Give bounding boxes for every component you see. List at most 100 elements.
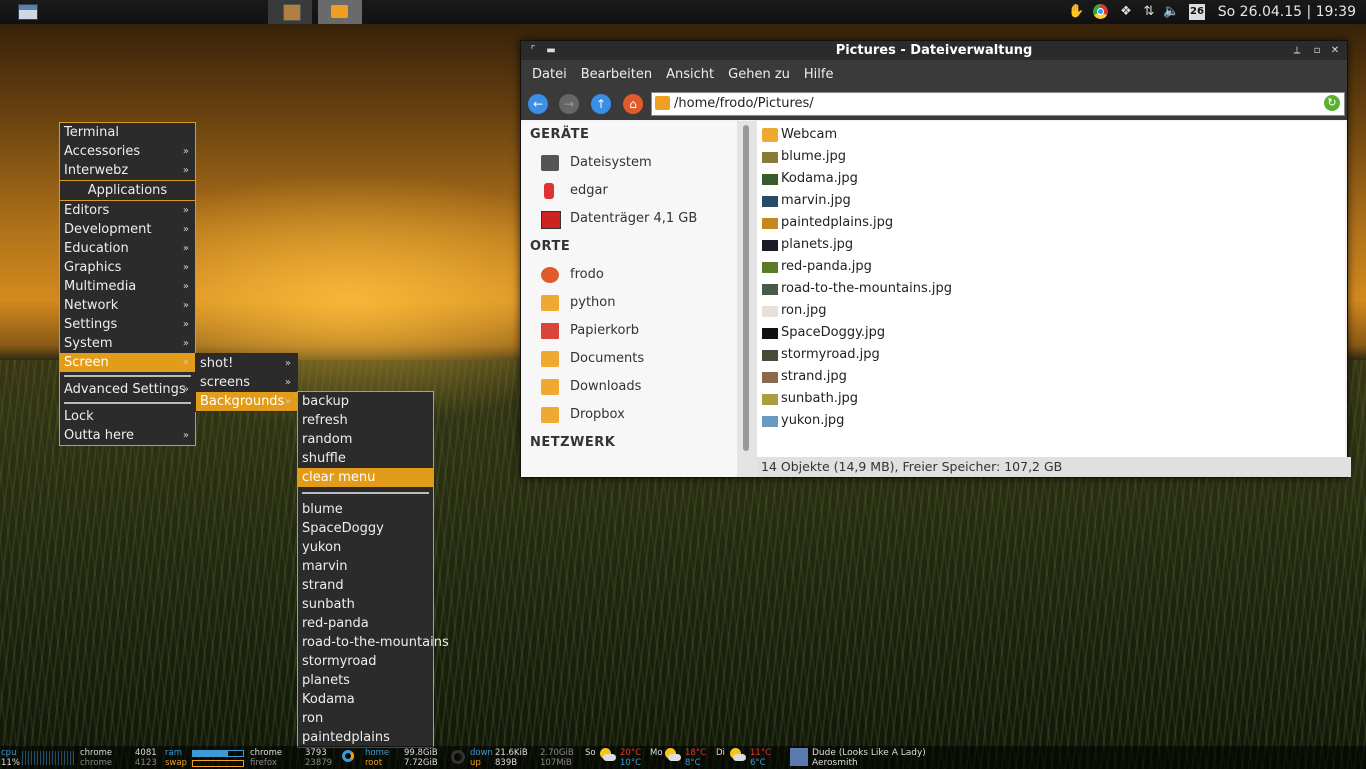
menu-item-outta-here[interactable]: Outta here» [60,426,195,445]
menu-item-screen[interactable]: Screen » [60,353,195,372]
shade-icon[interactable]: ▬ [543,41,559,60]
dropbox-icon[interactable]: ❖ [1118,4,1134,20]
menu-item-screens[interactable]: screens » [196,373,297,392]
file-item[interactable]: paintedplains.jpg [760,212,893,234]
sidebar-scrollbar[interactable] [737,121,757,477]
file-item[interactable]: ron.jpg [760,300,827,322]
file-item[interactable]: marvin.jpg [760,190,851,212]
chevron-right-icon: » [182,357,189,368]
back-icon[interactable]: ← [528,94,548,114]
folder-item[interactable]: Webcam [760,124,837,146]
menu-item-paintedplains[interactable]: paintedplains [298,728,433,747]
menu-item-network[interactable]: Network » [60,296,195,315]
menu-item-marvin[interactable]: marvin [298,557,433,576]
menu-gehen-zu[interactable]: Gehen zu [728,67,790,82]
network-icon[interactable]: ⇅ [1141,4,1157,20]
menu-hilfe[interactable]: Hilfe [804,67,834,82]
file-item[interactable]: red-panda.jpg [760,256,872,278]
clock[interactable]: So 26.04.15 | 19:39 [1218,4,1356,20]
menu-item-terminal[interactable]: Terminal [60,123,195,142]
menu-item-system[interactable]: System » [60,334,195,353]
location-bar[interactable]: /home/frodo/Pictures/ ↻ [651,92,1345,116]
menu-item-red-panda[interactable]: red-panda [298,614,433,633]
sidebar-item-downloads[interactable]: Downloads [521,373,737,401]
menu-item-development[interactable]: Development » [60,220,195,239]
menu-item-backup[interactable]: backup [298,392,433,411]
file-item[interactable]: SpaceDoggy.jpg [760,322,885,344]
menu-item-ron[interactable]: ron [298,709,433,728]
menu-item-label: Editors [64,203,110,218]
chevron-right-icon: » [182,338,189,349]
image-thumbnail-icon [762,196,778,207]
menu-item-multimedia[interactable]: Multimedia » [60,277,195,296]
sidebar-item-papierkorb[interactable]: Papierkorb [521,317,737,345]
scrollbar-thumb[interactable] [743,125,749,451]
menu-item-spacedoggy[interactable]: SpaceDoggy [298,519,433,538]
menu-item-sunbath[interactable]: sunbath [298,595,433,614]
file-item[interactable]: planets.jpg [760,234,853,256]
sidebar-item-dropbox[interactable]: Dropbox [521,401,737,429]
menu-item-yukon[interactable]: yukon [298,538,433,557]
menu-item-planets[interactable]: planets [298,671,433,690]
menu-item-accessories[interactable]: Accessories » [60,142,195,161]
volume-icon[interactable]: 🔈 [1163,4,1179,20]
home-icon[interactable]: ⌂ [623,94,643,114]
menu-item-editors[interactable]: Editors » [60,201,195,220]
menu-item-lock[interactable]: Lock [60,407,195,426]
file-item[interactable]: sunbath.jpg [760,388,858,410]
close-icon[interactable]: ✕ [1327,41,1343,60]
menu-item-settings[interactable]: Settings » [60,315,195,334]
sidebar-item-edgar[interactable]: edgar [521,177,737,205]
menu-item-interwebz[interactable]: Interwebz » [60,161,195,180]
file-item[interactable]: blume.jpg [760,146,846,168]
menu-item-clear-menu[interactable]: clear menu [298,468,433,487]
app-menu-button[interactable] [14,0,40,24]
home-icon [541,267,559,283]
hand-icon[interactable]: ✋ [1068,4,1084,20]
menu-item-advanced-settings[interactable]: Advanced Settings» [60,380,195,399]
sidebar-item-dateisystem[interactable]: Dateisystem [521,149,737,177]
menu-item-label: Interwebz [64,163,129,178]
forward-icon[interactable]: → [559,94,579,114]
window-titlebar[interactable]: ⌜ ▬ Pictures - Dateiverwaltung ⟂ ▫ ✕ [521,41,1347,60]
menu-item-label: blume [302,502,343,517]
sidebar-item-frodo[interactable]: frodo [521,261,737,289]
menu-item-strand[interactable]: strand [298,576,433,595]
file-item[interactable]: stormyroad.jpg [760,344,880,366]
calendar-icon[interactable]: 26 [1189,4,1205,20]
chrome-icon[interactable] [1093,4,1109,20]
taskbar-item-file-manager[interactable] [318,0,362,24]
sidebar-item-python[interactable]: python [521,289,737,317]
pin-icon[interactable]: ⟂ [1289,41,1305,60]
menu-item-education[interactable]: Education » [60,239,195,258]
file-item[interactable]: yukon.jpg [760,410,844,432]
file-item[interactable]: Kodama.jpg [760,168,858,190]
maximize-icon[interactable]: ▫ [1309,41,1325,60]
up-icon[interactable]: ↑ [591,94,611,114]
menu-item-random[interactable]: random [298,430,433,449]
menu-datei[interactable]: Datei [532,67,567,82]
menu-ansicht[interactable]: Ansicht [666,67,714,82]
file-item[interactable]: road-to-the-mountains.jpg [760,278,952,300]
menu-bearbeiten[interactable]: Bearbeiten [581,67,652,82]
conky-bar: cpu 11% chrome 4081 chrome 4123 ram swap… [0,746,1366,769]
chevron-right-icon: » [284,396,291,407]
menu-item-shuffle[interactable]: shuffle [298,449,433,468]
proc2-val: 4123 [135,758,157,768]
menu-item-road-to-the-mountains[interactable]: road-to-the-mountains [298,633,449,652]
menu-item-kodama[interactable]: Kodama [298,690,433,709]
menu-item-graphics[interactable]: Graphics » [60,258,195,277]
menu-item-shot[interactable]: shot! » [196,354,297,373]
sidebar-item-documents[interactable]: Documents [521,345,737,373]
sidebar-item-datentr-ger-4-1-gb[interactable]: Datenträger 4,1 GB [521,205,737,233]
menu-item-blume[interactable]: blume [298,500,433,519]
menu-item-backgrounds[interactable]: Backgrounds» [196,392,297,411]
file-item[interactable]: strand.jpg [760,366,847,388]
sun-cloud-icon [663,748,681,764]
menu-item-refresh[interactable]: refresh [298,411,433,430]
taskbar-item-1[interactable] [268,0,312,24]
window-menu-icon[interactable]: ⌜ [525,41,541,60]
file-name: road-to-the-mountains.jpg [781,281,952,296]
reload-icon[interactable]: ↻ [1324,95,1340,111]
menu-item-stormyroad[interactable]: stormyroad [298,652,433,671]
